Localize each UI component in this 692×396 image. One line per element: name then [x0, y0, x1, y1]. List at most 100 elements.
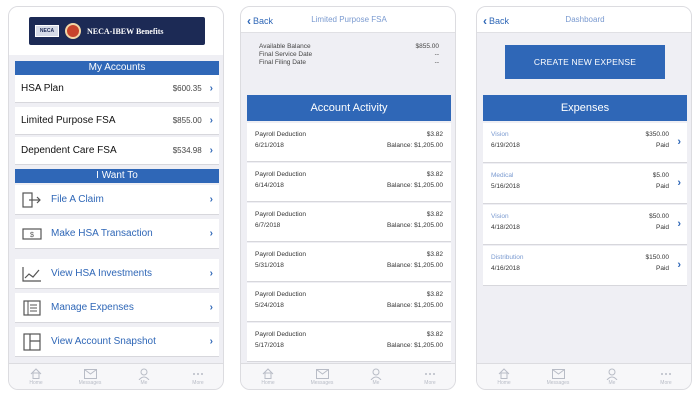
- nav-title: Limited Purpose FSA: [311, 15, 387, 24]
- activity-balance: Balance: $1,205.00: [386, 222, 443, 229]
- expense-type: Vision: [491, 131, 509, 138]
- tab-bar: Home Messages Me More: [477, 363, 691, 389]
- tab-me[interactable]: Me: [356, 368, 396, 386]
- activity-row[interactable]: Payroll Deduction $3.82 6/14/2018 Balance:…: [247, 163, 451, 202]
- dashboard-screen: ‹ Back Dashboard CREATE NEW EXPENSE Expe…: [476, 6, 692, 390]
- tab-label: Home: [29, 379, 43, 386]
- activity-desc: Payroll Deduction: [255, 211, 306, 218]
- account-activity-header: Account Activity: [247, 95, 451, 121]
- action-label: Manage Expenses: [51, 302, 134, 313]
- activity-desc: Payroll Deduction: [255, 291, 306, 298]
- tab-label: Me: [140, 379, 148, 386]
- expense-date: 4/16/2018: [491, 265, 520, 272]
- tab-label: Me: [372, 379, 380, 386]
- expense-type: Medical: [491, 172, 514, 179]
- tab-home[interactable]: Home: [16, 368, 56, 386]
- balance-value: --: [434, 59, 439, 66]
- tab-label: Messages: [546, 379, 570, 386]
- chevron-right-icon: ›: [677, 259, 681, 271]
- balance-label: Final Service Date: [259, 51, 313, 58]
- i-want-to-header: I Want To: [15, 169, 219, 183]
- tab-more[interactable]: More: [646, 368, 686, 386]
- account-amount: $534.98: [172, 146, 202, 155]
- activity-balance: Balance: $1,205.00: [386, 142, 443, 149]
- tab-label: Messages: [78, 379, 102, 386]
- action-hsa-transaction[interactable]: $ Make HSA Transaction ›: [15, 219, 219, 249]
- home-icon: [16, 368, 56, 380]
- activity-date: 6/14/2018: [255, 182, 284, 189]
- balance-row: Final Service Date --: [259, 51, 439, 59]
- chevron-right-icon: ›: [209, 228, 213, 239]
- home-icon: [248, 368, 288, 380]
- expense-amount: $350.00: [645, 131, 670, 138]
- tab-me[interactable]: Me: [124, 368, 164, 386]
- expense-row[interactable]: Vision $50.00 4/18/2018 Paid ›: [483, 205, 687, 245]
- chevron-right-icon: ›: [677, 177, 681, 189]
- tab-label: Messages: [310, 379, 334, 386]
- nav-bar: ‹ Back Limited Purpose FSA: [241, 7, 455, 33]
- tab-messages[interactable]: Messages: [70, 368, 110, 386]
- activity-date: 6/7/2018: [255, 222, 281, 229]
- person-icon: [124, 368, 164, 380]
- balance-label: Available Balance: [259, 43, 311, 50]
- activity-balance: Balance: $1,205.00: [386, 262, 443, 269]
- account-row-limited-fsa[interactable]: Limited Purpose FSA $855.00 ›: [15, 107, 219, 135]
- activity-row[interactable]: Payroll Deduction $3.82 5/31/2018 Balance:…: [247, 243, 451, 282]
- tab-more[interactable]: More: [410, 368, 450, 386]
- expense-date: 6/19/2018: [491, 142, 520, 149]
- tab-home[interactable]: Home: [248, 368, 288, 386]
- tab-messages[interactable]: Messages: [538, 368, 578, 386]
- expense-status: Paid: [655, 183, 669, 190]
- expense-row[interactable]: Medical $5.00 5/16/2018 Paid ›: [483, 164, 687, 204]
- file-claim-icon: [21, 191, 43, 209]
- expense-amount: $150.00: [645, 254, 670, 261]
- chevron-right-icon: ›: [209, 336, 213, 347]
- nav-bar: ‹ Back Dashboard: [477, 7, 691, 33]
- fsa-detail-screen: ‹ Back Limited Purpose FSA Available Bal…: [240, 6, 456, 390]
- activity-amount: $3.82: [426, 291, 443, 298]
- action-account-snapshot[interactable]: View Account Snapshot ›: [15, 327, 219, 357]
- tab-me[interactable]: Me: [592, 368, 632, 386]
- activity-amount: $3.82: [426, 131, 443, 138]
- balance-row: Final Filing Date --: [259, 59, 439, 67]
- action-file-claim[interactable]: File A Claim ›: [15, 185, 219, 215]
- account-name: HSA Plan: [21, 83, 64, 94]
- tab-label: More: [424, 379, 436, 386]
- expense-status: Paid: [655, 265, 669, 272]
- account-row-hsa[interactable]: HSA Plan $600.35 ›: [15, 75, 219, 103]
- expense-row[interactable]: Vision $350.00 6/19/2018 Paid ›: [483, 123, 687, 163]
- tab-label: Me: [608, 379, 616, 386]
- chevron-right-icon: ›: [209, 268, 213, 279]
- tab-messages[interactable]: Messages: [302, 368, 342, 386]
- balance-label: Final Filing Date: [259, 59, 306, 66]
- balance-value: --: [434, 51, 439, 58]
- chevron-right-icon: ›: [677, 218, 681, 230]
- tab-label: More: [660, 379, 672, 386]
- chevron-right-icon: ›: [209, 194, 213, 205]
- tab-home[interactable]: Home: [484, 368, 524, 386]
- svg-text:$: $: [30, 232, 34, 239]
- activity-row[interactable]: Payroll Deduction $3.82 6/21/2018 Balance:…: [247, 123, 451, 162]
- activity-date: 5/17/2018: [255, 342, 284, 349]
- activity-desc: Payroll Deduction: [255, 171, 306, 178]
- tab-more[interactable]: More: [178, 368, 218, 386]
- activity-date: 5/31/2018: [255, 262, 284, 269]
- create-new-expense-button[interactable]: CREATE NEW EXPENSE: [505, 45, 665, 79]
- account-row-dependent-fsa[interactable]: Dependent Care FSA $534.98 ›: [15, 137, 219, 165]
- action-manage-expenses[interactable]: Manage Expenses ›: [15, 293, 219, 323]
- activity-date: 5/24/2018: [255, 302, 284, 309]
- expense-amount: $50.00: [649, 213, 669, 220]
- activity-row[interactable]: Payroll Deduction $3.82 5/24/2018 Balance:…: [247, 283, 451, 322]
- activity-row[interactable]: Payroll Deduction $3.82 6/7/2018 Balance: …: [247, 203, 451, 242]
- activity-date: 6/21/2018: [255, 142, 284, 149]
- action-hsa-investments[interactable]: View HSA Investments ›: [15, 259, 219, 289]
- receipt-list-icon: [21, 299, 43, 317]
- balance-row: Available Balance $855.00: [259, 43, 439, 51]
- account-name: Dependent Care FSA: [21, 145, 117, 156]
- expense-date: 4/18/2018: [491, 224, 520, 231]
- snapshot-grid-icon: [21, 332, 43, 351]
- activity-row[interactable]: Payroll Deduction $3.82 5/17/2018 Balance:…: [247, 323, 451, 362]
- action-label: View Account Snapshot: [51, 336, 156, 347]
- expense-row[interactable]: Distribution $150.00 4/16/2018 Paid ›: [483, 246, 687, 286]
- home-icon: [484, 368, 524, 380]
